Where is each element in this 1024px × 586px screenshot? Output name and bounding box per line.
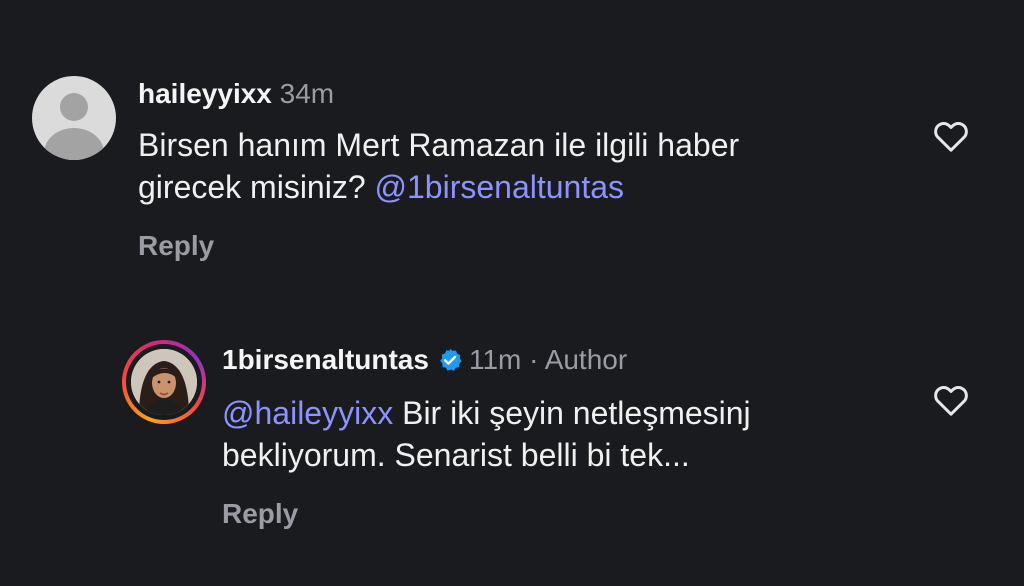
avatar-default-profile[interactable] bbox=[32, 76, 116, 160]
timestamp: 11m bbox=[468, 344, 522, 375]
verified-badge-icon bbox=[440, 348, 462, 371]
comment-text-line-1: Birsen hanım Mert Ramazan ile ilgili hab… bbox=[138, 127, 740, 163]
comments-thread: haileyyixx 34m Birsen hanım Mert Ramazan… bbox=[0, 0, 1024, 586]
avatar-story-ring[interactable] bbox=[122, 340, 206, 424]
username[interactable]: haileyyixx bbox=[138, 78, 272, 109]
comment-text: Birsen hanım Mert Ramazan ile ilgili hab… bbox=[138, 124, 739, 208]
mention-link[interactable]: @haileyyixx bbox=[222, 395, 393, 431]
reply-button[interactable]: Reply bbox=[138, 230, 214, 262]
comment-text-prefix: girecek misiniz? bbox=[138, 169, 375, 205]
mention-link[interactable]: @1birsenaltuntas bbox=[375, 169, 625, 205]
comment-text-line-1: @haileyyixx Bir iki şeyin netleşmesinj bbox=[222, 392, 751, 434]
comment-text: @haileyyixx Bir iki şeyin netleşmesinj b… bbox=[222, 392, 751, 476]
heart-outline-icon[interactable] bbox=[930, 116, 972, 156]
username[interactable]: 1birsenaltuntas bbox=[222, 344, 429, 375]
avatar-head-shape bbox=[60, 93, 88, 121]
comment-text-suffix: Bir iki şeyin netleşmesinj bbox=[393, 395, 751, 431]
separator-dot: · bbox=[529, 344, 539, 375]
author-label: Author bbox=[544, 344, 628, 375]
heart-outline-icon[interactable] bbox=[930, 380, 972, 420]
comment-meta: haileyyixx 34m bbox=[138, 77, 334, 111]
comment-meta: 1birsenaltuntas 11m · Author bbox=[222, 343, 627, 377]
avatar-photo bbox=[131, 349, 197, 415]
comment-text-line-2: girecek misiniz? @1birsenaltuntas bbox=[138, 166, 739, 208]
reply-button[interactable]: Reply bbox=[222, 498, 298, 530]
profile-photo-image bbox=[131, 349, 197, 415]
timestamp: 34m bbox=[279, 78, 335, 109]
avatar-body-shape bbox=[44, 128, 104, 160]
comment-text-line-2: bekliyorum. Senarist belli bi tek... bbox=[222, 437, 690, 473]
